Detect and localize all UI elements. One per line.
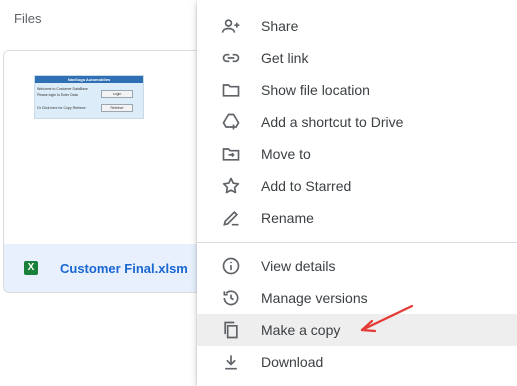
menu-item-label: View details bbox=[261, 258, 336, 274]
thumbnail-login-button: Login bbox=[101, 90, 133, 98]
thumbnail-retrieve-button: Retrieve bbox=[101, 104, 133, 112]
file-thumbnail-area[interactable]: NavSoga Automobiles Welcome to Customer … bbox=[4, 51, 218, 244]
menu-item-add-shortcut[interactable]: Add a shortcut to Drive bbox=[197, 106, 517, 138]
menu-item-label: Download bbox=[261, 354, 324, 370]
menu-item-label: Move to bbox=[261, 146, 311, 162]
file-thumbnail: NavSoga Automobiles Welcome to Customer … bbox=[34, 75, 144, 119]
file-name: Customer Final.xlsm bbox=[60, 261, 188, 276]
add-shortcut-icon bbox=[221, 112, 241, 132]
menu-item-rename[interactable]: Rename bbox=[197, 202, 517, 234]
file-name-bar[interactable]: X Customer Final.xlsm bbox=[4, 244, 218, 292]
download-icon bbox=[221, 352, 241, 372]
person-add-icon bbox=[221, 16, 241, 36]
link-icon bbox=[221, 48, 241, 68]
move-to-folder-icon bbox=[221, 144, 241, 164]
menu-item-show-file-location[interactable]: Show file location bbox=[197, 74, 517, 106]
folder-icon bbox=[221, 80, 241, 100]
info-icon bbox=[221, 256, 241, 276]
history-icon bbox=[221, 288, 241, 308]
menu-item-get-link[interactable]: Get link bbox=[197, 42, 517, 74]
menu-item-label: Show file location bbox=[261, 82, 370, 98]
copy-icon bbox=[221, 320, 241, 340]
excel-icon: X bbox=[24, 261, 38, 275]
annotation-arrow-icon bbox=[360, 304, 414, 333]
menu-item-download[interactable]: Download bbox=[197, 346, 517, 378]
menu-item-share[interactable]: Share bbox=[197, 10, 517, 42]
menu-item-label: Add a shortcut to Drive bbox=[261, 114, 404, 130]
thumbnail-line: Or Click here for Copy Retrieve bbox=[37, 106, 86, 110]
pencil-icon bbox=[221, 208, 241, 228]
thumbnail-line: Welcome to Customer DataBase bbox=[37, 87, 88, 91]
thumbnail-header: NavSoga Automobiles bbox=[35, 76, 143, 83]
menu-item-label: Share bbox=[261, 18, 299, 34]
menu-item-label: Add to Starred bbox=[261, 178, 352, 194]
star-icon bbox=[221, 176, 241, 196]
menu-divider bbox=[197, 242, 517, 243]
menu-item-view-details[interactable]: View details bbox=[197, 250, 517, 282]
menu-item-move-to[interactable]: Move to bbox=[197, 138, 517, 170]
menu-item-label: Rename bbox=[261, 210, 314, 226]
thumbnail-line: Please login to Enter Data bbox=[37, 93, 78, 97]
menu-item-add-to-starred[interactable]: Add to Starred bbox=[197, 170, 517, 202]
drive-page: Files NavSoga Automobiles Welcome to Cus… bbox=[0, 0, 517, 386]
menu-item-label: Get link bbox=[261, 50, 309, 66]
file-card[interactable]: NavSoga Automobiles Welcome to Customer … bbox=[3, 50, 219, 293]
annotation-arrow-line bbox=[360, 304, 414, 332]
menu-item-label: Make a copy bbox=[261, 322, 341, 338]
files-heading: Files bbox=[14, 11, 42, 26]
